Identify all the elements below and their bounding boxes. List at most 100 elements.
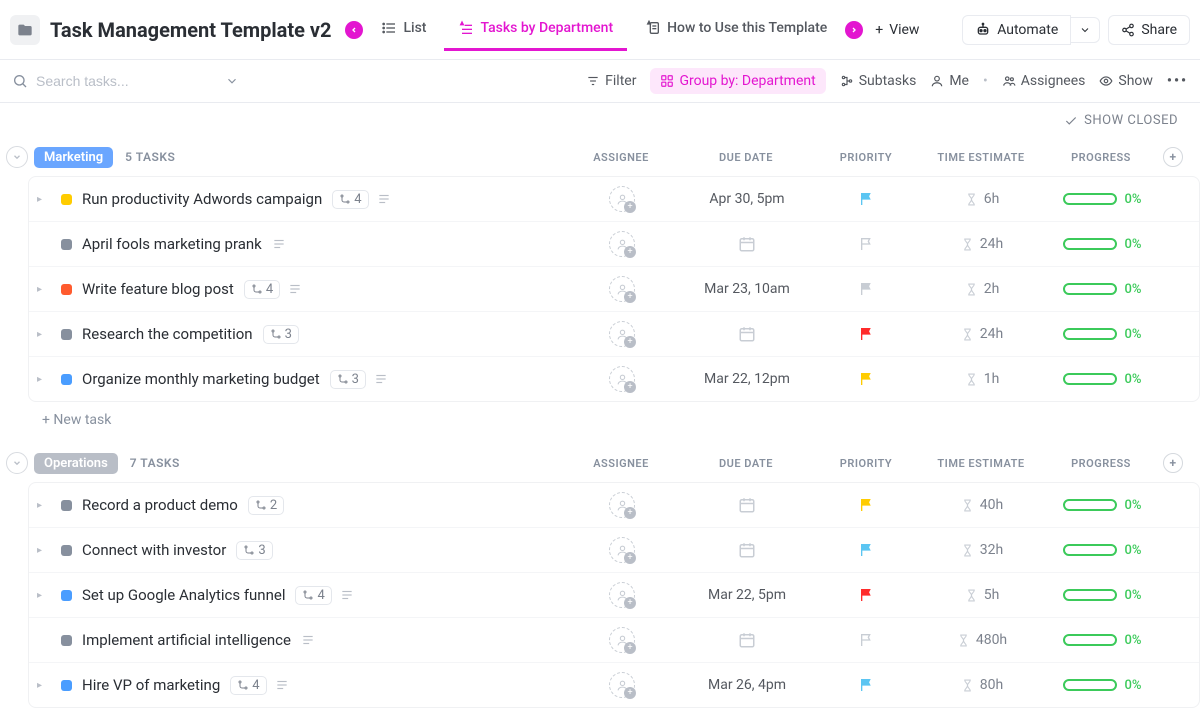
task-row[interactable]: ▸ Record a product demo 2 (29, 483, 1199, 528)
add-column-button[interactable]: + (1163, 453, 1183, 473)
task-row[interactable]: ▸ Run productivity Adwords campaign 4 Ap… (29, 177, 1199, 222)
assignee-add[interactable] (609, 492, 635, 518)
subtasks-button[interactable]: Subtasks (840, 73, 917, 89)
time-estimate-cell[interactable]: 5h (917, 587, 1047, 603)
assignee-add[interactable] (609, 627, 635, 653)
expand-caret-icon[interactable]: ▸ (37, 590, 51, 601)
priority-cell[interactable] (817, 191, 917, 207)
progress-cell[interactable]: 0% (1047, 588, 1157, 603)
tab-list[interactable]: List (367, 8, 440, 51)
col-due-date[interactable]: DUE DATE (676, 151, 816, 164)
description-icon[interactable] (275, 678, 289, 692)
priority-cell[interactable] (817, 542, 917, 558)
description-icon[interactable] (377, 192, 391, 206)
status-square[interactable] (61, 680, 72, 691)
status-square[interactable] (61, 545, 72, 556)
automate-button[interactable]: Automate (962, 15, 1071, 45)
progress-cell[interactable]: 0% (1047, 282, 1157, 297)
show-closed-button[interactable]: SHOW CLOSED (1064, 113, 1178, 128)
task-row[interactable]: ▸ Research the competition 3 (29, 312, 1199, 357)
assignee-add[interactable] (609, 582, 635, 608)
status-square[interactable] (61, 239, 72, 250)
col-priority[interactable]: PRIORITY (816, 457, 916, 470)
tab-how-to-use[interactable]: How to Use this Template (631, 8, 841, 51)
expand-caret-icon[interactable]: ▸ (37, 545, 51, 556)
due-date-cell[interactable] (677, 631, 817, 649)
time-estimate-cell[interactable]: 24h (917, 236, 1047, 252)
status-square[interactable] (61, 374, 72, 385)
new-task-button[interactable]: + New task (0, 402, 1200, 438)
progress-cell[interactable]: 0% (1047, 498, 1157, 513)
expand-caret-icon[interactable]: ▸ (37, 500, 51, 511)
status-square[interactable] (61, 500, 72, 511)
priority-cell[interactable] (817, 371, 917, 387)
subtask-badge[interactable]: 3 (330, 370, 366, 389)
group-by-button[interactable]: Group by: Department (650, 68, 825, 94)
status-square[interactable] (61, 284, 72, 295)
expand-caret-icon[interactable]: ▸ (37, 329, 51, 340)
more-button[interactable]: ••• (1167, 73, 1188, 89)
subtask-badge[interactable]: 2 (248, 496, 284, 515)
time-estimate-cell[interactable]: 480h (917, 632, 1047, 648)
subtask-badge[interactable]: 4 (332, 190, 368, 209)
subtask-badge[interactable]: 3 (263, 325, 299, 344)
add-view-button[interactable]: + View (867, 16, 927, 44)
progress-cell[interactable]: 0% (1047, 678, 1157, 693)
expand-caret-icon[interactable]: ▸ (37, 680, 51, 691)
group-pill[interactable]: Marketing (34, 147, 113, 168)
expand-caret-icon[interactable]: ▸ (37, 194, 51, 205)
subtask-badge[interactable]: 4 (244, 280, 280, 299)
time-estimate-cell[interactable]: 6h (917, 191, 1047, 207)
description-icon[interactable] (340, 588, 354, 602)
me-button[interactable]: Me (930, 73, 969, 89)
priority-cell[interactable] (817, 632, 917, 648)
col-assignee[interactable]: ASSIGNEE (566, 151, 676, 164)
due-date-cell[interactable]: Mar 22, 5pm (677, 587, 817, 603)
group-pill[interactable]: Operations (34, 453, 118, 474)
progress-cell[interactable]: 0% (1047, 372, 1157, 387)
due-date-cell[interactable]: Apr 30, 5pm (677, 191, 817, 207)
search-input[interactable] (36, 73, 217, 89)
time-estimate-cell[interactable]: 80h (917, 677, 1047, 693)
description-icon[interactable] (288, 282, 302, 296)
task-row[interactable]: ▸ Connect with investor 3 (29, 528, 1199, 573)
chevron-down-icon[interactable] (225, 74, 239, 88)
status-square[interactable] (61, 194, 72, 205)
task-row[interactable]: ▸ April fools marketing prank (29, 222, 1199, 267)
assignee-add[interactable] (609, 366, 635, 392)
task-row[interactable]: ▸ Set up Google Analytics funnel 4 Mar 2… (29, 573, 1199, 618)
time-estimate-cell[interactable]: 24h (917, 326, 1047, 342)
nav-prev-icon[interactable] (345, 21, 363, 39)
col-priority[interactable]: PRIORITY (816, 151, 916, 164)
subtask-badge[interactable]: 4 (230, 676, 266, 695)
assignee-add[interactable] (609, 186, 635, 212)
filter-button[interactable]: Filter (586, 73, 636, 89)
show-button[interactable]: Show (1099, 73, 1153, 89)
task-row[interactable]: ▸ Organize monthly marketing budget 3 Ma… (29, 357, 1199, 401)
description-icon[interactable] (272, 237, 286, 251)
priority-cell[interactable] (817, 677, 917, 693)
due-date-cell[interactable]: Mar 26, 4pm (677, 677, 817, 693)
automate-dropdown[interactable] (1071, 17, 1100, 43)
due-date-cell[interactable] (677, 325, 817, 343)
subtask-badge[interactable]: 4 (295, 586, 331, 605)
status-square[interactable] (61, 590, 72, 601)
progress-cell[interactable]: 0% (1047, 543, 1157, 558)
task-row[interactable]: ▸ Hire VP of marketing 4 Mar 26, 4pm (29, 663, 1199, 707)
folder-icon[interactable] (10, 15, 40, 45)
assignees-button[interactable]: Assignees (1002, 73, 1086, 89)
time-estimate-cell[interactable]: 32h (917, 542, 1047, 558)
time-estimate-cell[interactable]: 1h (917, 371, 1047, 387)
description-icon[interactable] (374, 372, 388, 386)
assignee-add[interactable] (609, 231, 635, 257)
progress-cell[interactable]: 0% (1047, 327, 1157, 342)
progress-cell[interactable]: 0% (1047, 192, 1157, 207)
due-date-cell[interactable]: Mar 23, 10am (677, 281, 817, 297)
priority-cell[interactable] (817, 326, 917, 342)
col-progress[interactable]: PROGRESS (1046, 457, 1156, 470)
expand-caret-icon[interactable]: ▸ (37, 374, 51, 385)
priority-cell[interactable] (817, 236, 917, 252)
col-time-estimate[interactable]: TIME ESTIMATE (916, 151, 1046, 164)
time-estimate-cell[interactable]: 40h (917, 497, 1047, 513)
description-icon[interactable] (301, 633, 315, 647)
